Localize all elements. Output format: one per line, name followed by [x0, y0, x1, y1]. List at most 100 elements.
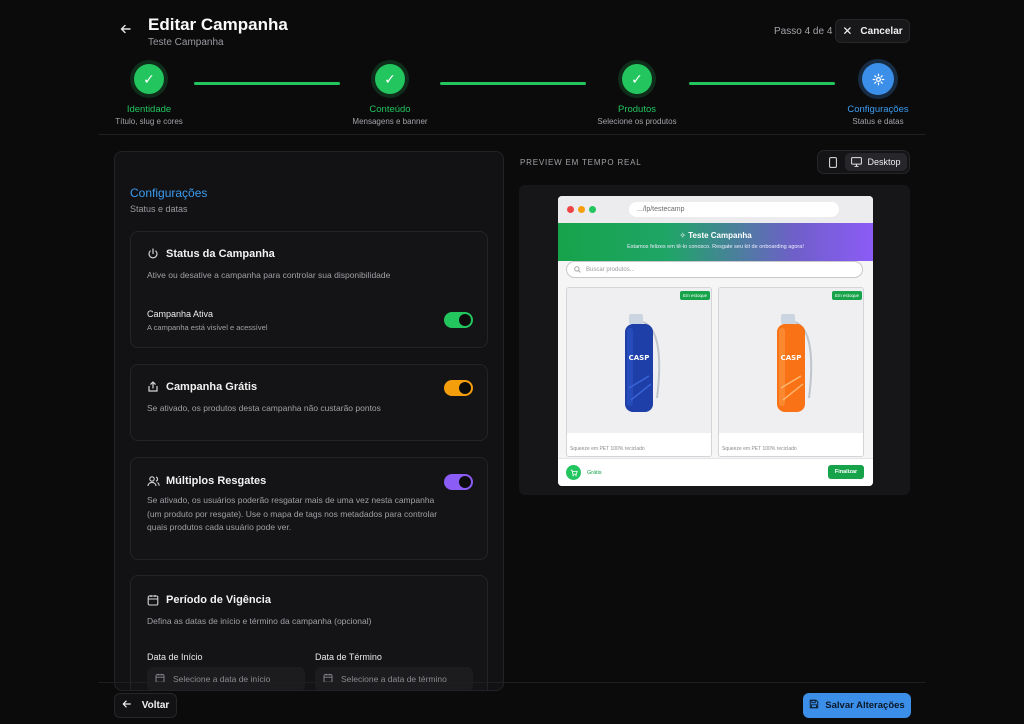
gift-icon: ✧ [679, 231, 689, 240]
svg-text:CASP: CASP [629, 354, 650, 362]
product-card: CASP Em estoque Squeeze em PET 100% reci… [566, 287, 712, 457]
preview-label: PREVIEW EM TEMPO REAL [520, 158, 642, 167]
power-icon [147, 248, 159, 260]
close-icon: ✕ [842, 24, 853, 38]
multi-card-title: Múltiplos Resgates [166, 475, 267, 487]
multi-card-description-1: Se ativado, os usuários poderão resgatar… [147, 495, 435, 505]
users-icon [147, 475, 160, 487]
status-card-title: Status da Campanha [166, 248, 275, 260]
step-produtos[interactable]: ✓ Produtos Selecione os produtos [562, 64, 712, 126]
status-card: Status da Campanha Ative ou desative a c… [130, 231, 488, 348]
period-card-header: Período de Vigência [147, 594, 271, 606]
stock-badge: Em estoque [679, 291, 710, 300]
url-bar: .../lp/testecamp [629, 202, 839, 217]
calendar-icon [323, 673, 333, 685]
back-arrow-icon[interactable] [118, 22, 134, 38]
check-icon: ✓ [375, 64, 405, 94]
product-name: Squeeze em PET 100% reciclado [570, 446, 645, 452]
settings-panel: Configurações Status e datas Status da C… [114, 151, 504, 691]
header-divider [98, 134, 926, 135]
gear-icon [862, 63, 894, 95]
minimize-dot [578, 206, 585, 213]
calendar-icon [147, 594, 159, 606]
period-card: Período de Vigência Defina as datas de i… [130, 575, 488, 690]
step-desc: Mensagens e banner [352, 117, 428, 126]
page-subtitle: Teste Campanha [148, 37, 224, 48]
campaign-hero: ✧ Teste Campanha Estamos felizes em tê-l… [558, 223, 873, 261]
step-identidade[interactable]: ✓ Identidade Título, slug e cores [74, 64, 224, 126]
bottle-image: CASP [625, 314, 661, 412]
footer-divider [98, 682, 926, 683]
cart-icon [566, 465, 581, 480]
step-label: Configurações [847, 104, 909, 115]
browser-preview: .../lp/testecamp ✧ Teste Campanha Estamo… [558, 196, 873, 486]
period-card-description: Defina as datas de início e término da c… [147, 616, 372, 626]
end-date-input[interactable]: Selecione a data de término [315, 667, 473, 690]
multi-card-description-2: (um produto por resgate). Use o mapa de … [147, 509, 438, 519]
maximize-dot [589, 206, 596, 213]
start-date-input[interactable]: Selecione a data de início [147, 667, 305, 690]
status-card-header: Status da Campanha [147, 248, 275, 260]
save-icon [809, 699, 819, 712]
status-card-description: Ative ou desative a campanha para contro… [147, 270, 391, 280]
period-card-title: Período de Vigência [166, 594, 271, 606]
active-toggle[interactable] [444, 312, 473, 328]
product-name: Squeeze em PET 100% reciclado [722, 446, 797, 452]
preview-footer: Grátis Finalizar [558, 458, 873, 486]
device-toggle: Desktop [817, 150, 910, 174]
svg-text:CASP: CASP [781, 354, 802, 362]
cart-label: Grátis [587, 470, 602, 476]
check-icon: ✓ [622, 64, 652, 94]
free-toggle[interactable] [444, 380, 473, 396]
calendar-icon [155, 673, 165, 685]
step-label: Conteúdo [369, 104, 411, 115]
multi-redeem-card: Múltiplos Resgates Se ativado, os usuári… [130, 457, 488, 560]
product-image: CASP Em estoque [719, 288, 863, 433]
step-label: Identidade [126, 104, 172, 115]
browser-bar: .../lp/testecamp [558, 196, 873, 223]
step-desc: Status e datas [852, 117, 904, 126]
free-card-description: Se ativado, os produtos desta campanha n… [147, 403, 381, 413]
multi-card-description-3: quais produtos cada usuário pode ver. [147, 522, 292, 532]
hero-title: ✧ Teste Campanha [679, 231, 752, 240]
save-label: Salvar Alterações [825, 700, 905, 711]
finish-button-preview: Finalizar [828, 465, 864, 479]
monitor-icon [851, 157, 863, 167]
step-configuracoes[interactable]: Configurações Status e datas [803, 63, 953, 126]
step-desc: Selecione os produtos [597, 117, 677, 126]
search-icon [574, 266, 581, 273]
hero-subtitle: Estamos felizes em tê-lo conosco. Resgat… [627, 244, 804, 250]
check-icon: ✓ [134, 64, 164, 94]
cancel-label: Cancelar [860, 25, 903, 37]
page-title: Editar Campanha [148, 15, 288, 34]
stock-badge: Em estoque [831, 291, 862, 300]
step-desc: Título, slug e cores [115, 117, 183, 126]
section-subtitle: Status e datas [130, 204, 188, 214]
free-card-header: Campanha Grátis [147, 381, 257, 393]
active-toggle-label: Campanha Ativa [147, 309, 214, 319]
section-title: Configurações [130, 186, 208, 200]
smartphone-icon [829, 156, 837, 168]
share-icon [147, 381, 159, 393]
preview-search-input: Buscar produtos... [566, 261, 863, 278]
close-dot [567, 206, 574, 213]
step-label: Produtos [617, 104, 657, 115]
product-card: CASP Em estoque Squeeze em PET 100% reci… [718, 287, 864, 457]
desktop-label: Desktop [867, 157, 901, 167]
step-counter: Passo 4 de 4 [774, 26, 833, 37]
start-date-label: Data de Início [147, 652, 203, 662]
multi-card-header: Múltiplos Resgates [147, 475, 266, 487]
product-image: CASP Em estoque [567, 288, 711, 433]
back-button[interactable]: Voltar [114, 693, 177, 718]
mobile-view-button[interactable] [822, 154, 844, 170]
free-card-title: Campanha Grátis [166, 381, 258, 393]
bottle-image: CASP [777, 314, 813, 412]
save-changes-button[interactable]: Salvar Alterações [803, 693, 911, 718]
desktop-view-button[interactable]: Desktop [845, 153, 907, 171]
arrow-left-icon [122, 699, 132, 712]
multi-redeem-toggle[interactable] [444, 474, 473, 490]
active-toggle-desc: A campanha está visível e acessível [147, 323, 268, 332]
step-conteudo[interactable]: ✓ Conteúdo Mensagens e banner [315, 64, 465, 126]
cancel-button[interactable]: ✕ Cancelar [835, 19, 910, 43]
back-label: Voltar [141, 700, 170, 711]
